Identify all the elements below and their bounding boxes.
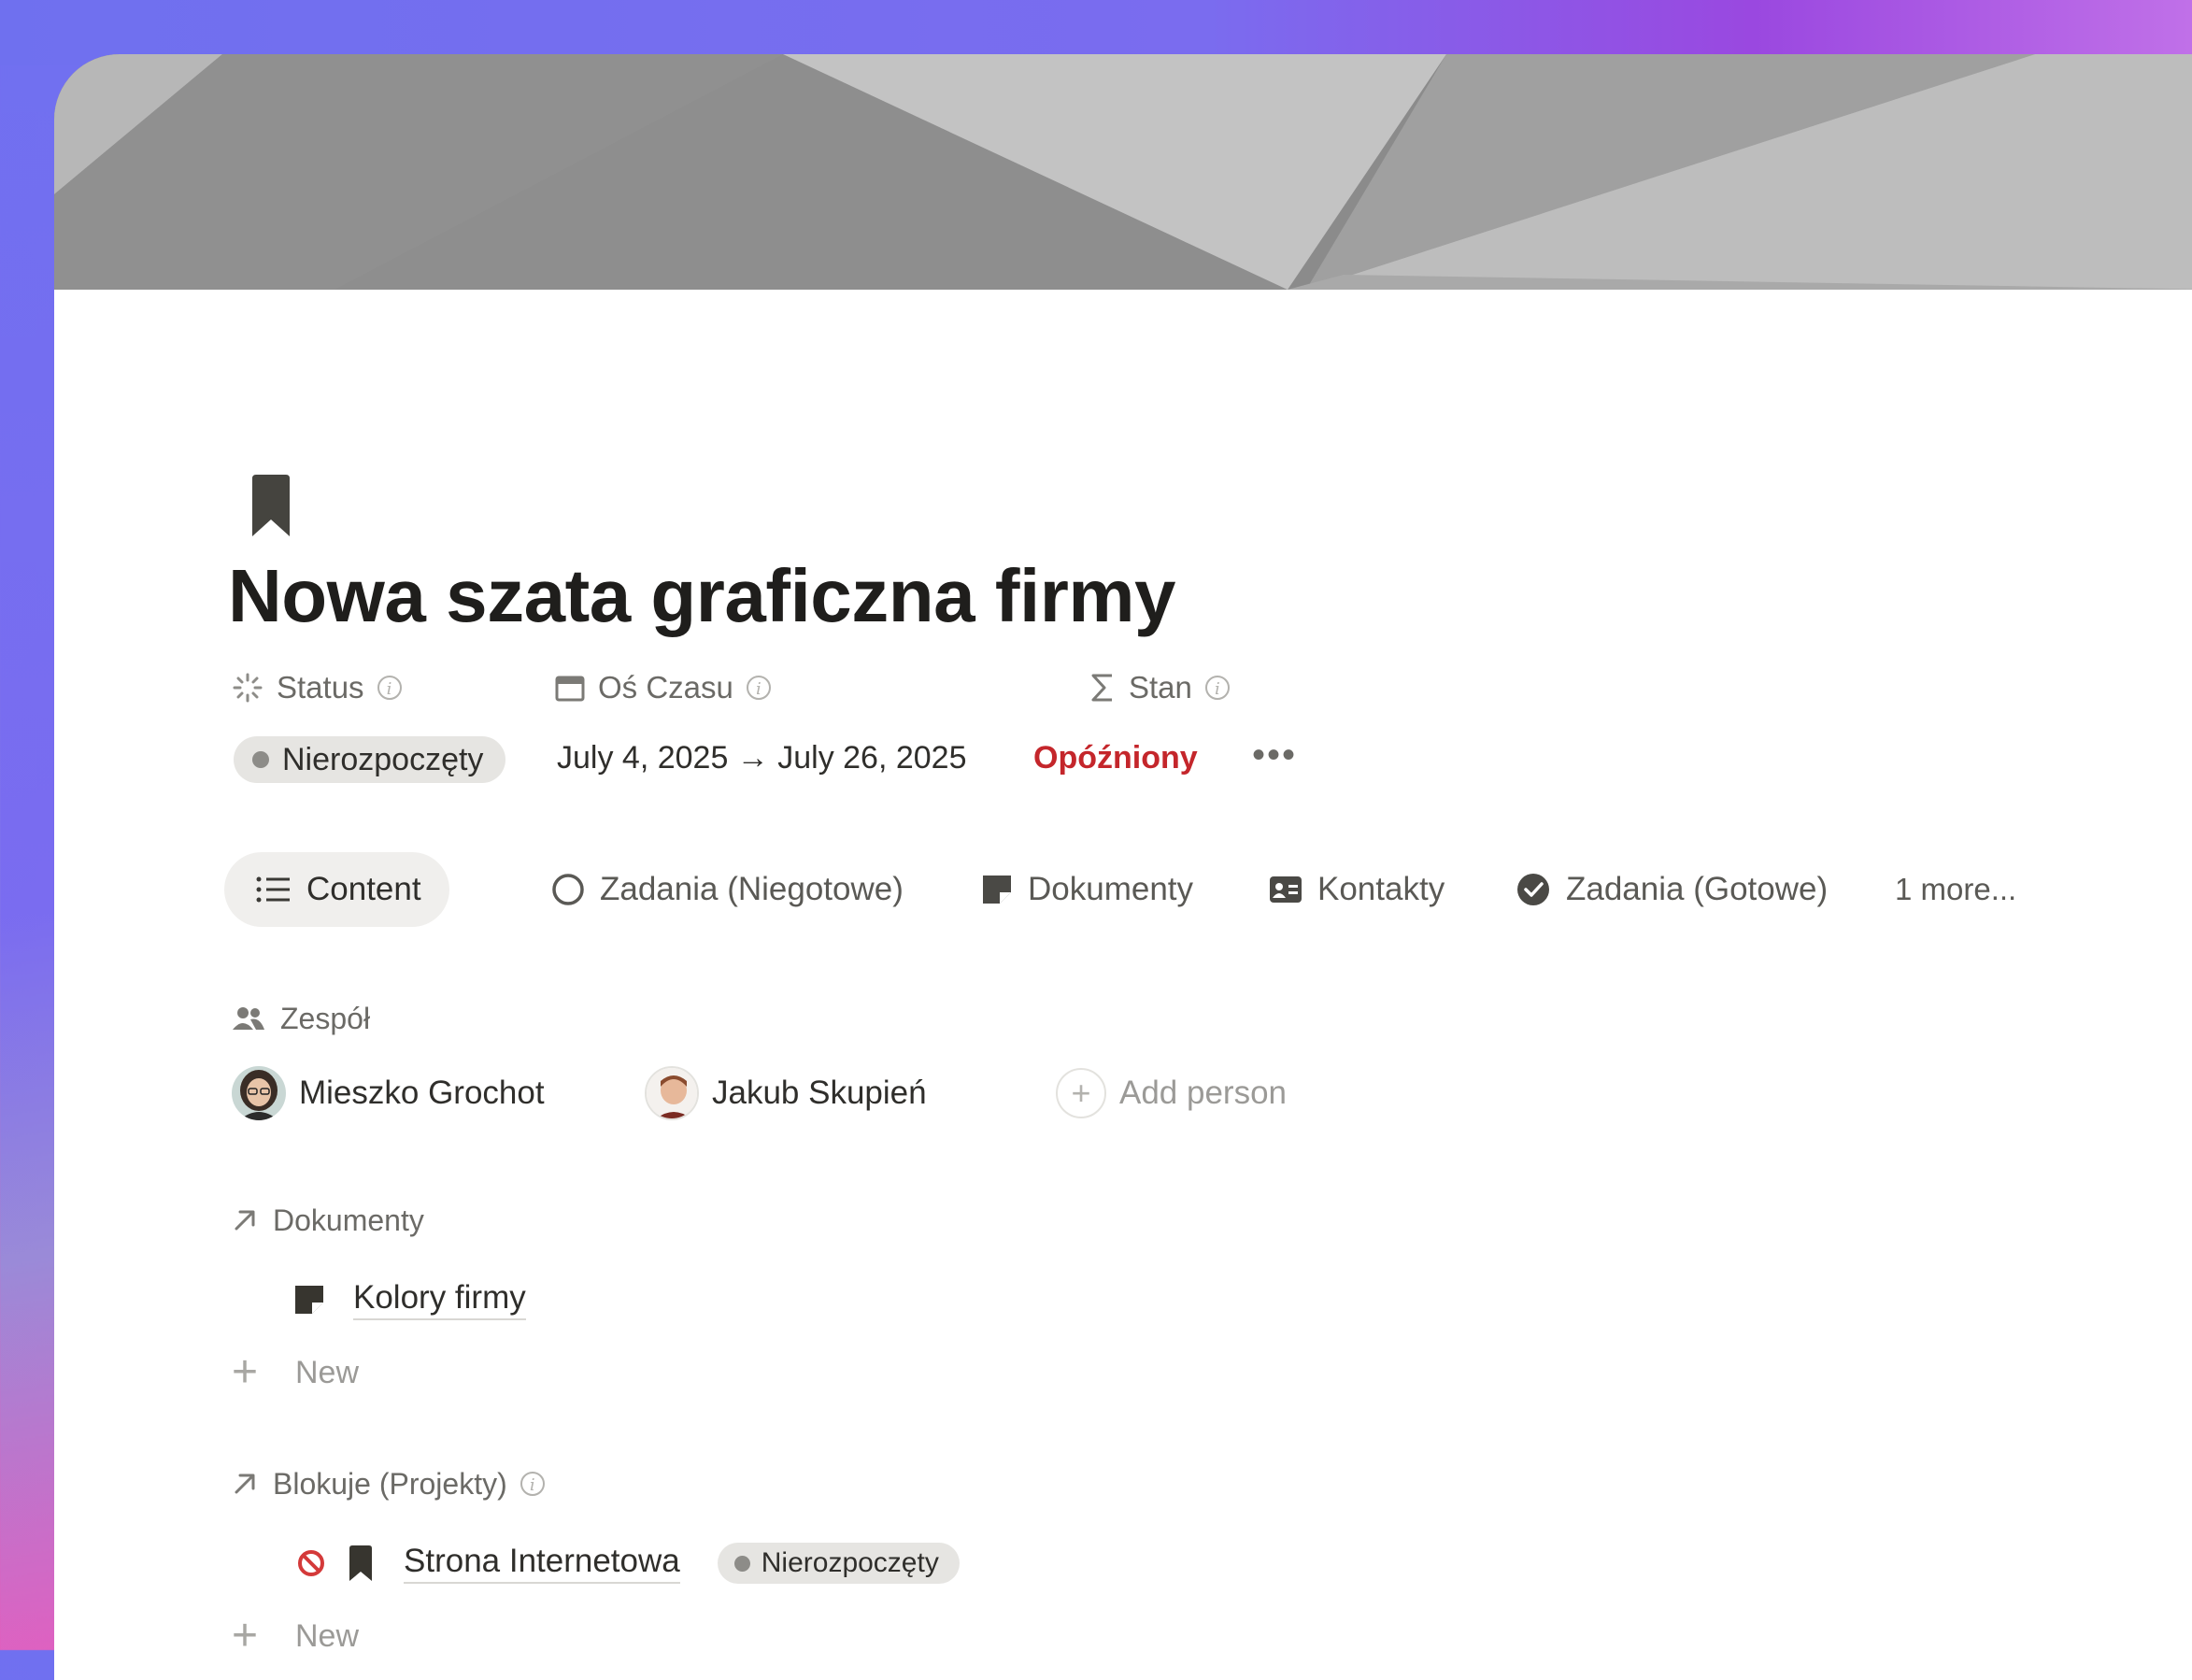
contact-card-icon (1270, 876, 1302, 903)
tab-content[interactable]: Content (224, 852, 449, 927)
tab-zadania-gotowe[interactable]: Zadania (Gotowe) (1516, 852, 1828, 927)
people-icon (233, 1007, 264, 1030)
status-spinner-icon (233, 673, 263, 703)
status-dot (733, 1555, 750, 1572)
blocked-project-item[interactable]: Strona Internetowa Nierozpoczęty (297, 1538, 960, 1588)
document-link[interactable]: Kolory firmy (353, 1279, 526, 1320)
circle-icon (552, 874, 584, 905)
bookmark-icon (349, 1545, 372, 1581)
documents-new-button[interactable]: + New (232, 1347, 359, 1398)
note-icon (983, 876, 1011, 904)
avatar (232, 1066, 286, 1120)
plus-icon: + (232, 1347, 259, 1397)
document-item[interactable]: Kolory firmy (293, 1274, 526, 1325)
cover-image[interactable] (54, 54, 2192, 290)
info-icon[interactable]: i (520, 1472, 545, 1496)
bookmark-icon[interactable] (249, 473, 301, 540)
team-member[interactable]: Jakub Skupień (645, 1065, 927, 1121)
blocks-new-button[interactable]: + New (232, 1611, 359, 1661)
page-content: Nowa szata graficzna firmy Status i Oś C… (54, 290, 2192, 1680)
info-icon[interactable]: i (377, 676, 402, 700)
team-label[interactable]: Zespół (232, 1000, 370, 1037)
calendar-icon (555, 676, 585, 702)
project-link[interactable]: Strona Internetowa (404, 1543, 680, 1584)
list-icon (256, 876, 290, 903)
tab-kontakty[interactable]: Kontakty (1269, 852, 1445, 927)
arrow-up-right-icon (235, 1210, 255, 1231)
tab-more[interactable]: 1 more... (1895, 852, 2016, 927)
info-icon[interactable]: i (746, 676, 771, 700)
property-timeline-label[interactable]: Oś Czasu i (555, 669, 771, 706)
prohibited-icon (298, 1550, 324, 1576)
page-window: Nowa szata graficzna firmy Status i Oś C… (54, 54, 2192, 1680)
page-title[interactable]: Nowa szata graficzna firmy (228, 553, 1176, 639)
avatar (645, 1066, 699, 1120)
tab-dokumenty[interactable]: Dokumenty (981, 852, 1193, 927)
add-person-button[interactable]: + Add person (1056, 1065, 1287, 1121)
blocks-relation-label[interactable]: Blokuje (Projekty) i (232, 1465, 545, 1502)
status-dot (252, 751, 269, 768)
team-member[interactable]: Mieszko Grochot (232, 1065, 545, 1121)
sigma-icon (1091, 674, 1112, 702)
more-properties-button[interactable]: ••• (1252, 734, 1297, 776)
property-status-label[interactable]: Status i (232, 669, 402, 706)
stan-value[interactable]: Opóźniony (1033, 740, 1198, 776)
documents-relation-label[interactable]: Dokumenty (232, 1202, 424, 1239)
plus-icon: + (1056, 1068, 1106, 1118)
plus-icon: + (232, 1611, 259, 1660)
timeline-value[interactable]: July 4, 2025 → July 26, 2025 (557, 740, 967, 776)
info-icon[interactable]: i (1204, 676, 1230, 700)
status-badge[interactable]: Nierozpoczęty (717, 1543, 960, 1584)
property-stan-label[interactable]: Stan i (1089, 669, 1230, 706)
note-icon (295, 1286, 323, 1314)
check-circle-icon (1517, 874, 1549, 905)
tab-zadania-niegotowe[interactable]: Zadania (Niegotowe) (551, 852, 904, 927)
status-badge[interactable]: Nierozpoczęty (234, 736, 506, 783)
arrow-up-right-icon (235, 1474, 255, 1494)
